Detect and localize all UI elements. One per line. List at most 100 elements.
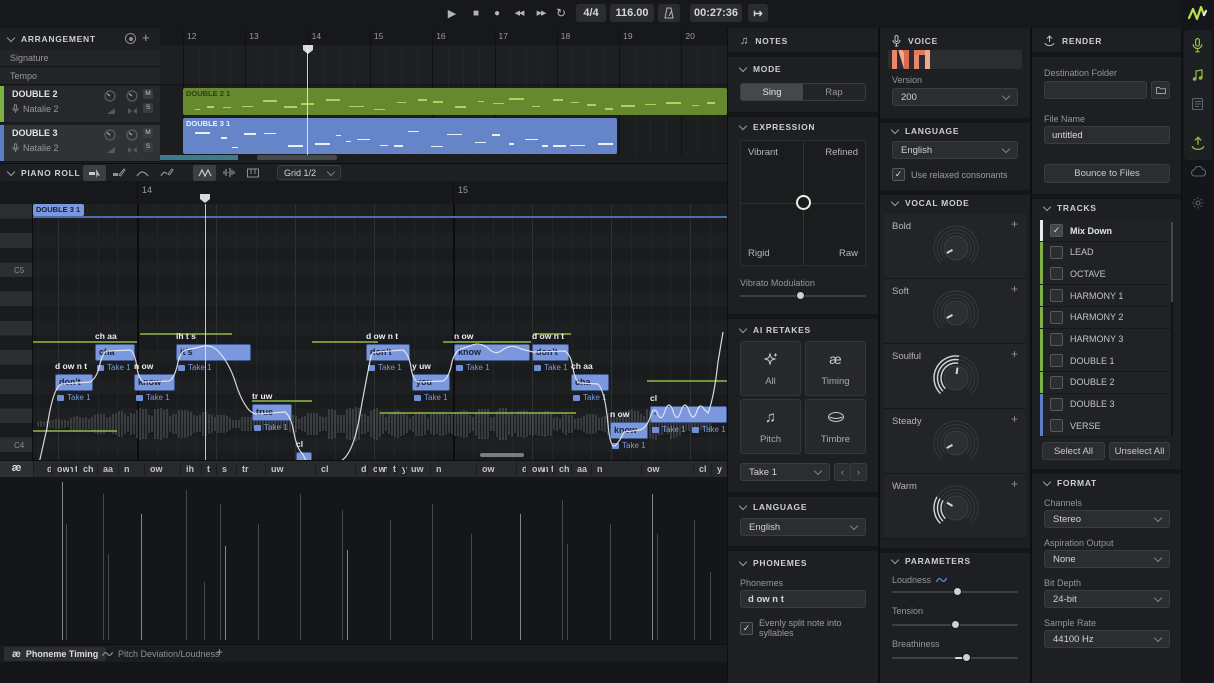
- knob-add-icon[interactable]: +: [1011, 217, 1018, 231]
- render-track-item[interactable]: OCTAVE: [1040, 263, 1171, 285]
- slider-handle[interactable]: [796, 291, 805, 300]
- phoneme-cell[interactable]: y: [717, 464, 722, 474]
- take-tag[interactable]: Take 1: [136, 393, 170, 402]
- track-checkbox[interactable]: [1050, 289, 1063, 302]
- toggle-waveform[interactable]: [217, 165, 240, 181]
- track-checkbox[interactable]: [1050, 354, 1063, 367]
- knob-steady[interactable]: [930, 417, 982, 469]
- breathiness-slider[interactable]: [892, 652, 1018, 664]
- phonemes-input[interactable]: d ow n t: [740, 590, 866, 608]
- arrangement-track-2[interactable]: DOUBLE 3Natalie 2MS: [0, 125, 160, 162]
- render-upload-icon[interactable]: [1191, 136, 1206, 151]
- add-track-icon[interactable]: +: [142, 30, 150, 45]
- phoneme-cell[interactable]: ow: [647, 464, 660, 474]
- knob-add-icon[interactable]: +: [1011, 412, 1018, 426]
- cloud-icon[interactable]: [1191, 166, 1206, 181]
- add-panel-icon[interactable]: +: [216, 645, 223, 659]
- note-language-section-header[interactable]: LANGUAGE: [740, 502, 807, 512]
- phonemes-section-header[interactable]: PHONEMES: [740, 558, 807, 568]
- phoneme-cell[interactable]: uw: [411, 464, 424, 474]
- track-volume-knob[interactable]: [104, 90, 116, 102]
- clip-double-3-1[interactable]: DOUBLE 3 1: [183, 118, 617, 154]
- knob-soulful[interactable]: [930, 352, 982, 404]
- checkbox-icon[interactable]: ✓: [892, 168, 905, 181]
- phoneme-cell[interactable]: ch: [83, 464, 94, 474]
- take-next-button[interactable]: ›: [850, 463, 867, 481]
- midi-note[interactable]: [296, 452, 312, 460]
- phoneme-cell[interactable]: ih: [186, 464, 194, 474]
- time-signature-display[interactable]: 4/4: [576, 4, 606, 22]
- unselect-all-button[interactable]: Unselect All: [1109, 442, 1170, 460]
- parameters-section-header[interactable]: PARAMETERS: [892, 556, 971, 566]
- piano-roll-hscroll-thumb[interactable]: [480, 453, 524, 457]
- piano-roll-clip-chip[interactable]: DOUBLE 3 1: [33, 204, 84, 216]
- settings-icon[interactable]: [1191, 196, 1206, 211]
- arrangement-track-1[interactable]: DOUBLE 2Natalie 2MS: [0, 86, 160, 123]
- music-note-icon[interactable]: [1191, 68, 1206, 83]
- render-track-item[interactable]: DOUBLE 3: [1040, 394, 1171, 416]
- microphone-icon[interactable]: [1191, 38, 1206, 53]
- midi-note[interactable]: know: [610, 422, 648, 439]
- render-track-item[interactable]: DOUBLE 1: [1040, 350, 1171, 372]
- tempo-display[interactable]: 116.00: [610, 4, 654, 22]
- tracks-section-header[interactable]: TRACKS: [1044, 203, 1097, 213]
- take-select[interactable]: Take 1: [740, 463, 830, 481]
- piano-keys[interactable]: C5C4: [0, 204, 33, 460]
- expression-xy-pad[interactable]: Vibrant Refined Rigid Raw: [740, 140, 866, 266]
- clock-display[interactable]: 00:27:36: [690, 4, 742, 22]
- track-checkbox[interactable]: [1050, 267, 1063, 280]
- midi-note[interactable]: know: [454, 344, 530, 361]
- select-all-button[interactable]: Select All: [1042, 442, 1105, 460]
- track-checkbox[interactable]: [1050, 246, 1063, 259]
- voice-logo[interactable]: [888, 50, 1022, 69]
- track-mute-button[interactable]: M: [143, 128, 153, 138]
- browse-folder-button[interactable]: [1151, 81, 1170, 99]
- piano-roll-grid[interactable]: DOUBLE 3 1don'td ow n tchach aaknown owi…: [33, 204, 727, 460]
- knob-bold[interactable]: [930, 222, 982, 274]
- fast-forward-button[interactable]: ▶▶: [532, 4, 550, 22]
- track-volume-knob[interactable]: [104, 129, 116, 141]
- ai-retakes-section-header[interactable]: AI RETAKES: [740, 325, 811, 335]
- voice-language-select[interactable]: English: [892, 141, 1018, 159]
- relaxed-consonants-checkbox-row[interactable]: ✓ Use relaxed consonants: [892, 168, 1008, 181]
- evenly-split-checkbox-row[interactable]: ✓ Evenly split note into syllables: [740, 618, 878, 638]
- parameter-curve-pane[interactable]: [0, 477, 727, 644]
- tension-slider[interactable]: [892, 619, 1018, 631]
- phoneme-cell[interactable]: uw: [271, 464, 284, 474]
- phoneme-timing-strip[interactable]: ædowntchaanowihtstruwcldowntyuwnowdowntc…: [0, 460, 727, 478]
- phoneme-cell[interactable]: ow: [150, 464, 163, 474]
- take-tag[interactable]: Take 1: [368, 363, 402, 372]
- app-logo[interactable]: [1187, 5, 1209, 23]
- phoneme-cell[interactable]: cl: [321, 464, 329, 474]
- slider-handle[interactable]: [953, 587, 962, 596]
- loop-button[interactable]: ↻: [552, 4, 570, 22]
- midi-note[interactable]: cha: [95, 344, 135, 361]
- phoneme-cell[interactable]: cl: [699, 464, 707, 474]
- toggle-pitch-curve[interactable]: [193, 165, 216, 181]
- rewind-button[interactable]: ◀◀: [510, 4, 528, 22]
- record-button[interactable]: ●: [488, 4, 506, 22]
- retake-pitch-button[interactable]: ♫ Pitch: [740, 399, 801, 454]
- phoneme-cell[interactable]: ow: [482, 464, 495, 474]
- retake-timing-button[interactable]: æ Timing: [805, 341, 866, 396]
- phoneme-cell[interactable]: t: [207, 464, 210, 474]
- take-tag[interactable]: Take 1: [692, 425, 726, 434]
- take-tag[interactable]: Take 1: [57, 393, 91, 402]
- phoneme-cell[interactable]: n: [597, 464, 603, 474]
- take-prev-button[interactable]: ‹: [834, 463, 851, 481]
- piano-roll-header[interactable]: PIANO ROLL: [8, 168, 80, 178]
- take-tag[interactable]: Take 1: [612, 441, 646, 450]
- channels-select[interactable]: Stereo: [1044, 510, 1170, 528]
- track-checkbox[interactable]: [1050, 398, 1063, 411]
- sample-rate-select[interactable]: 44100 Hz: [1044, 630, 1170, 648]
- lane-signature[interactable]: Signature: [0, 50, 160, 67]
- phoneme-cell[interactable]: n: [436, 464, 442, 474]
- track-mute-button[interactable]: M: [143, 89, 153, 99]
- take-tag[interactable]: Take 1: [178, 363, 212, 372]
- vocal-mode-section-header[interactable]: VOCAL MODE: [892, 198, 969, 208]
- render-track-item[interactable]: LEAD: [1040, 242, 1171, 264]
- tool-note-pencil[interactable]: [107, 165, 130, 181]
- tool-curve[interactable]: [131, 165, 154, 181]
- midi-note[interactable]: you: [412, 374, 450, 391]
- arrangement-scrollbar-thumb[interactable]: [257, 155, 337, 160]
